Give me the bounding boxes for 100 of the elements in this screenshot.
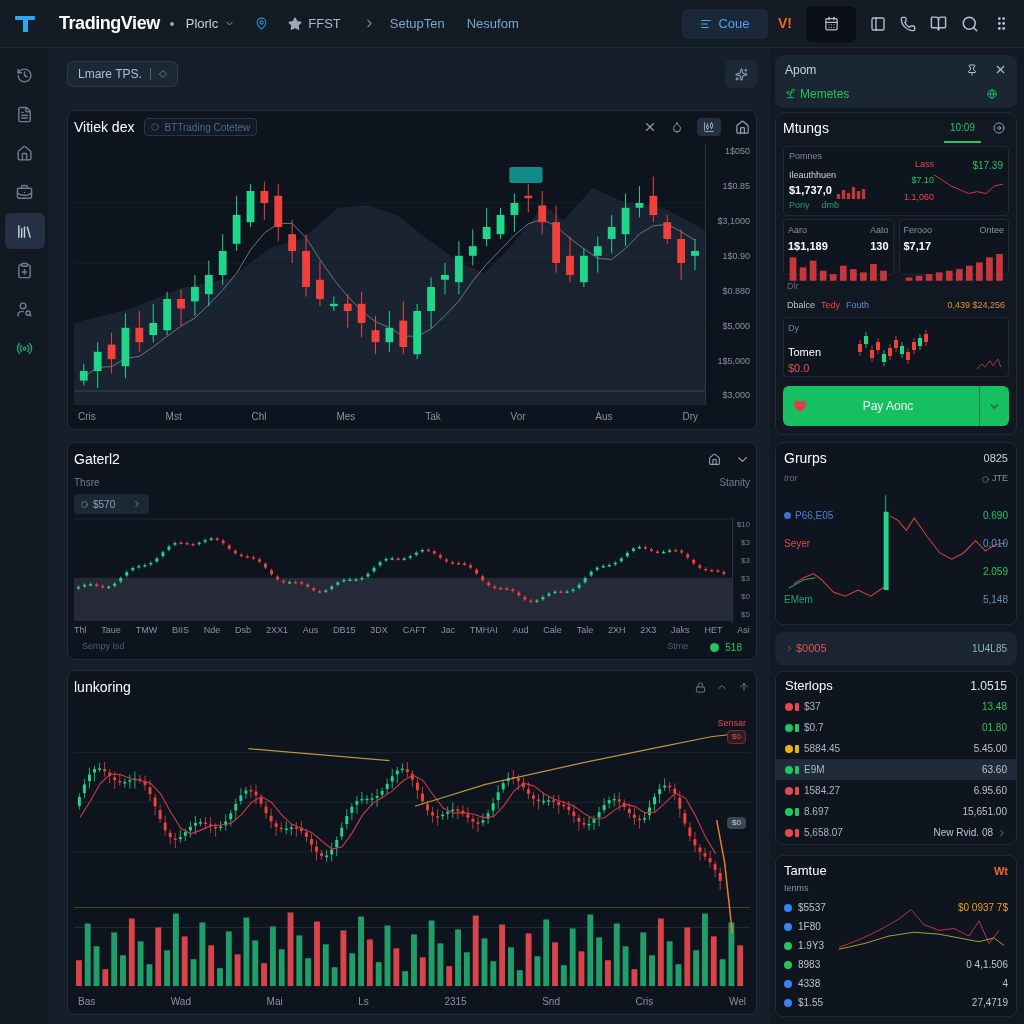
chart-type-button[interactable] bbox=[697, 118, 721, 136]
candle bbox=[399, 300, 408, 355]
candle bbox=[121, 312, 130, 379]
drop-icon[interactable] bbox=[671, 121, 683, 133]
tile-label: Ferooo bbox=[903, 224, 933, 237]
nav-favorite[interactable]: FFST bbox=[288, 13, 341, 34]
candle bbox=[385, 310, 394, 353]
bar bbox=[945, 270, 953, 281]
logo-icon bbox=[14, 13, 36, 34]
stop-row[interactable]: $37 13.48 bbox=[776, 696, 1016, 717]
row-value: 4 bbox=[1002, 977, 1008, 991]
pin-icon[interactable] bbox=[255, 17, 269, 30]
phone-icon[interactable] bbox=[900, 15, 916, 32]
nav-link[interactable]: SetupTen bbox=[389, 13, 445, 34]
heart-icon bbox=[793, 399, 807, 413]
candle bbox=[621, 192, 630, 247]
bar bbox=[839, 265, 847, 281]
sidebar-button[interactable] bbox=[4, 213, 45, 249]
flow-label: Dlr bbox=[787, 279, 800, 293]
nav-dropdown[interactable]: Plorlc bbox=[185, 13, 236, 34]
candle bbox=[357, 291, 366, 338]
axis-label: 1$0.85 bbox=[722, 179, 750, 193]
clipboard-icon bbox=[16, 261, 33, 279]
change-value: Lass bbox=[915, 158, 934, 171]
chart-title: lunkoring bbox=[74, 677, 131, 697]
card-note: tror bbox=[784, 472, 798, 486]
axis-label: 2X3 bbox=[640, 624, 657, 638]
tile-label: Aato bbox=[870, 224, 889, 237]
stop-row[interactable]: 5,658.07 New Rvid. 08 bbox=[776, 822, 1016, 843]
stop-name: $37 bbox=[804, 700, 821, 714]
candle bbox=[246, 183, 255, 228]
home-icon[interactable] bbox=[735, 119, 750, 135]
candle bbox=[482, 207, 491, 247]
stop-name: 5,658.07 bbox=[804, 826, 843, 840]
row-name: $1.55 bbox=[798, 996, 824, 1010]
axis-label: Mai bbox=[266, 994, 283, 1009]
stop-name: 8.697 bbox=[804, 805, 830, 819]
candle bbox=[566, 236, 574, 283]
row-value: $0 0937 7$ bbox=[957, 901, 1008, 915]
axis-label: Ls bbox=[358, 994, 369, 1009]
book-icon[interactable] bbox=[930, 15, 947, 32]
axis-label: Mst bbox=[165, 409, 182, 424]
bar bbox=[975, 262, 983, 281]
sparkle-icon bbox=[734, 67, 748, 81]
card-tag: JTE bbox=[992, 472, 1008, 486]
row-value: 0 4,1.506 bbox=[966, 958, 1008, 972]
bar bbox=[829, 274, 837, 281]
axis-label: Dry bbox=[682, 409, 698, 424]
document-icon bbox=[16, 105, 33, 123]
legend-value: 5,148 bbox=[982, 592, 1008, 607]
candle bbox=[918, 333, 922, 351]
candle bbox=[135, 310, 144, 353]
candle bbox=[882, 349, 886, 366]
stop-value: 5.45.00 bbox=[973, 742, 1007, 756]
panel-icon[interactable] bbox=[870, 15, 886, 32]
candle bbox=[343, 293, 352, 329]
dropdown-button[interactable] bbox=[979, 386, 1009, 426]
flow-item: Dbalce bbox=[787, 299, 815, 312]
time-tab[interactable]: 10:09 bbox=[943, 113, 981, 143]
pin-icon[interactable] bbox=[966, 63, 978, 76]
candle bbox=[607, 214, 616, 254]
close-icon[interactable] bbox=[643, 120, 657, 134]
layout-chip[interactable]: Lmare TPS. bbox=[67, 61, 178, 87]
tile-label: Aaro bbox=[788, 224, 807, 237]
axis-label: Mes bbox=[336, 409, 356, 424]
brand-name: TradingView bbox=[59, 12, 160, 35]
sparkle-button[interactable] bbox=[725, 60, 757, 88]
chevron-right-icon[interactable] bbox=[997, 827, 1007, 838]
stop-row[interactable]: 8.697 15,651.00 bbox=[776, 801, 1016, 822]
nav-link[interactable]: Nesufom bbox=[466, 13, 519, 34]
arrow-circle-icon[interactable] bbox=[993, 122, 1005, 134]
action-button[interactable]: Coue bbox=[682, 8, 768, 39]
stop-row[interactable]: 5884.45 5.45.00 bbox=[776, 738, 1016, 759]
axis-label: 2315 bbox=[444, 994, 467, 1009]
globe-icon[interactable] bbox=[987, 88, 997, 99]
candle bbox=[876, 337, 880, 355]
arrow-up-icon[interactable] bbox=[738, 681, 750, 693]
lock-icon[interactable] bbox=[695, 681, 706, 693]
bar bbox=[860, 272, 867, 281]
axis-label: 1$5,000 bbox=[717, 354, 750, 368]
close-icon[interactable] bbox=[994, 63, 1007, 76]
row-name: 8983 bbox=[798, 958, 821, 972]
star-icon bbox=[288, 16, 303, 31]
stop-row[interactable]: E9M 63.60 bbox=[776, 759, 1016, 780]
axis-label: 2XH bbox=[608, 624, 626, 638]
price-tag: Sensar bbox=[717, 717, 746, 731]
axis-label: $0.880 bbox=[722, 284, 750, 298]
axis-label: Aud bbox=[512, 624, 529, 638]
price-chip[interactable]: $570 bbox=[74, 494, 150, 514]
stop-row[interactable]: 1584.27 6.95.60 bbox=[776, 780, 1016, 801]
search-icon[interactable] bbox=[961, 14, 979, 33]
footer-text: Stme bbox=[667, 640, 689, 654]
axis-label: 2XX1 bbox=[265, 624, 288, 638]
summary-label: Pomnes bbox=[789, 150, 824, 163]
axis-label: Dsb bbox=[235, 624, 252, 638]
axis-label: Tale bbox=[576, 624, 594, 638]
legend-label: P66,E05 bbox=[795, 508, 834, 523]
home-icon[interactable] bbox=[708, 452, 721, 466]
stop-row[interactable]: $0.7 01.80 bbox=[776, 717, 1016, 738]
calendar-button[interactable] bbox=[806, 5, 856, 42]
